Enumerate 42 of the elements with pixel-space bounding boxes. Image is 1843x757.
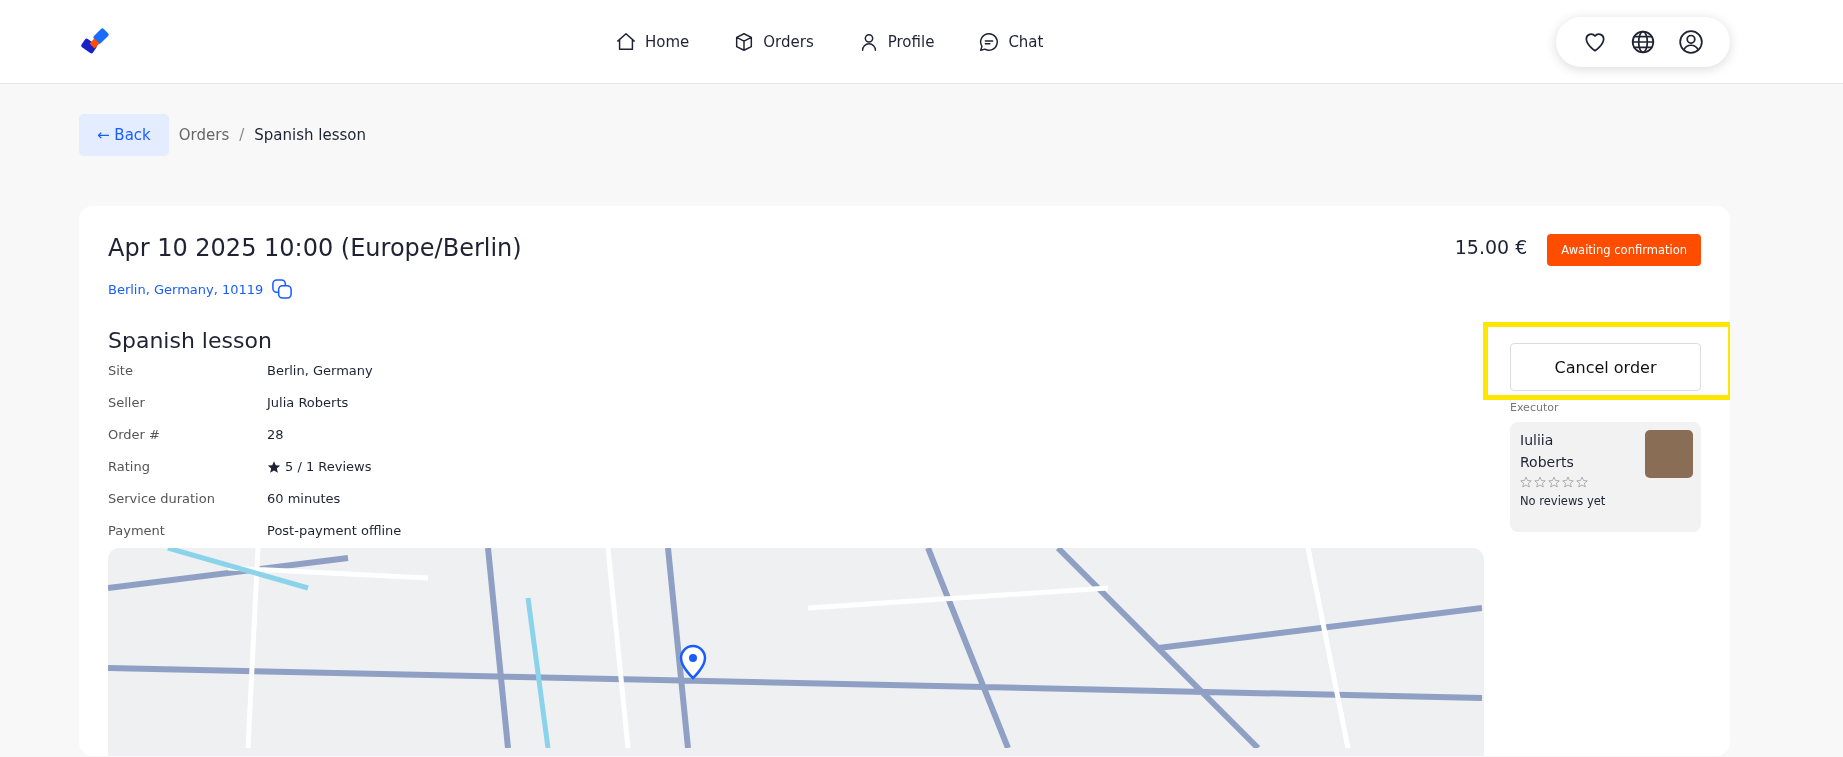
star-icon	[1548, 476, 1560, 488]
nav-link[interactable]: Chat	[978, 31, 1044, 53]
chat-bubble-icon	[978, 31, 1001, 53]
copy-icon[interactable]	[271, 278, 294, 300]
star-icon	[1520, 476, 1532, 488]
detail-label: Site	[108, 363, 134, 378]
executor-label: Executor	[1510, 401, 1560, 414]
rating-value: 5 / 1 Reviews	[285, 459, 372, 474]
star-icon	[1576, 476, 1588, 488]
globe-icon[interactable]	[1630, 28, 1656, 55]
detail-label: Rating	[108, 459, 151, 474]
nav-link[interactable]: Orders	[733, 31, 814, 53]
reviews-text: No reviews yet	[1520, 494, 1606, 508]
detail-value: 28	[267, 427, 285, 442]
breadcrumb-item[interactable]: Orders	[178, 126, 230, 144]
order-price: 15.00 €	[1454, 236, 1528, 258]
detail-value: 60 minutes	[267, 491, 342, 506]
photo-placeholder	[1645, 430, 1693, 478]
star-icon	[1534, 476, 1546, 488]
executor-first-name: Iuliia	[1520, 432, 1555, 448]
address-link[interactable]: Berlin, Germany, 10119	[108, 281, 264, 297]
home-icon	[615, 31, 637, 53]
breadcrumb-separator: /	[239, 126, 245, 144]
detail-label: Payment	[108, 523, 166, 538]
star-icon	[1562, 476, 1574, 488]
detail-value: Berlin, Germany	[267, 363, 374, 378]
nav-link[interactable]: Home	[615, 31, 690, 53]
order-datetime: Apr 10 2025 10:00 (Europe/Berlin)	[108, 234, 522, 262]
cancel-order-button[interactable]: Cancel order	[1510, 343, 1701, 391]
nav-link[interactable]: Profile	[857, 31, 935, 53]
user-icon[interactable]	[1678, 28, 1704, 55]
detail-label: Order #	[108, 427, 161, 442]
service-title: Spanish lesson	[108, 328, 273, 353]
breadcrumb-item: Spanish lesson	[254, 126, 366, 144]
back-button[interactable]: ← Back	[79, 114, 169, 156]
detail-value: Post-payment offline	[267, 523, 403, 538]
status-badge: Awaiting confirmation	[1547, 234, 1701, 266]
detail-label: Service duration	[108, 491, 216, 506]
star-icon	[267, 459, 281, 474]
detail-value: Julia Roberts	[267, 395, 350, 410]
executor-last-name: Roberts	[1520, 454, 1575, 470]
detail-label: Seller	[108, 395, 146, 410]
